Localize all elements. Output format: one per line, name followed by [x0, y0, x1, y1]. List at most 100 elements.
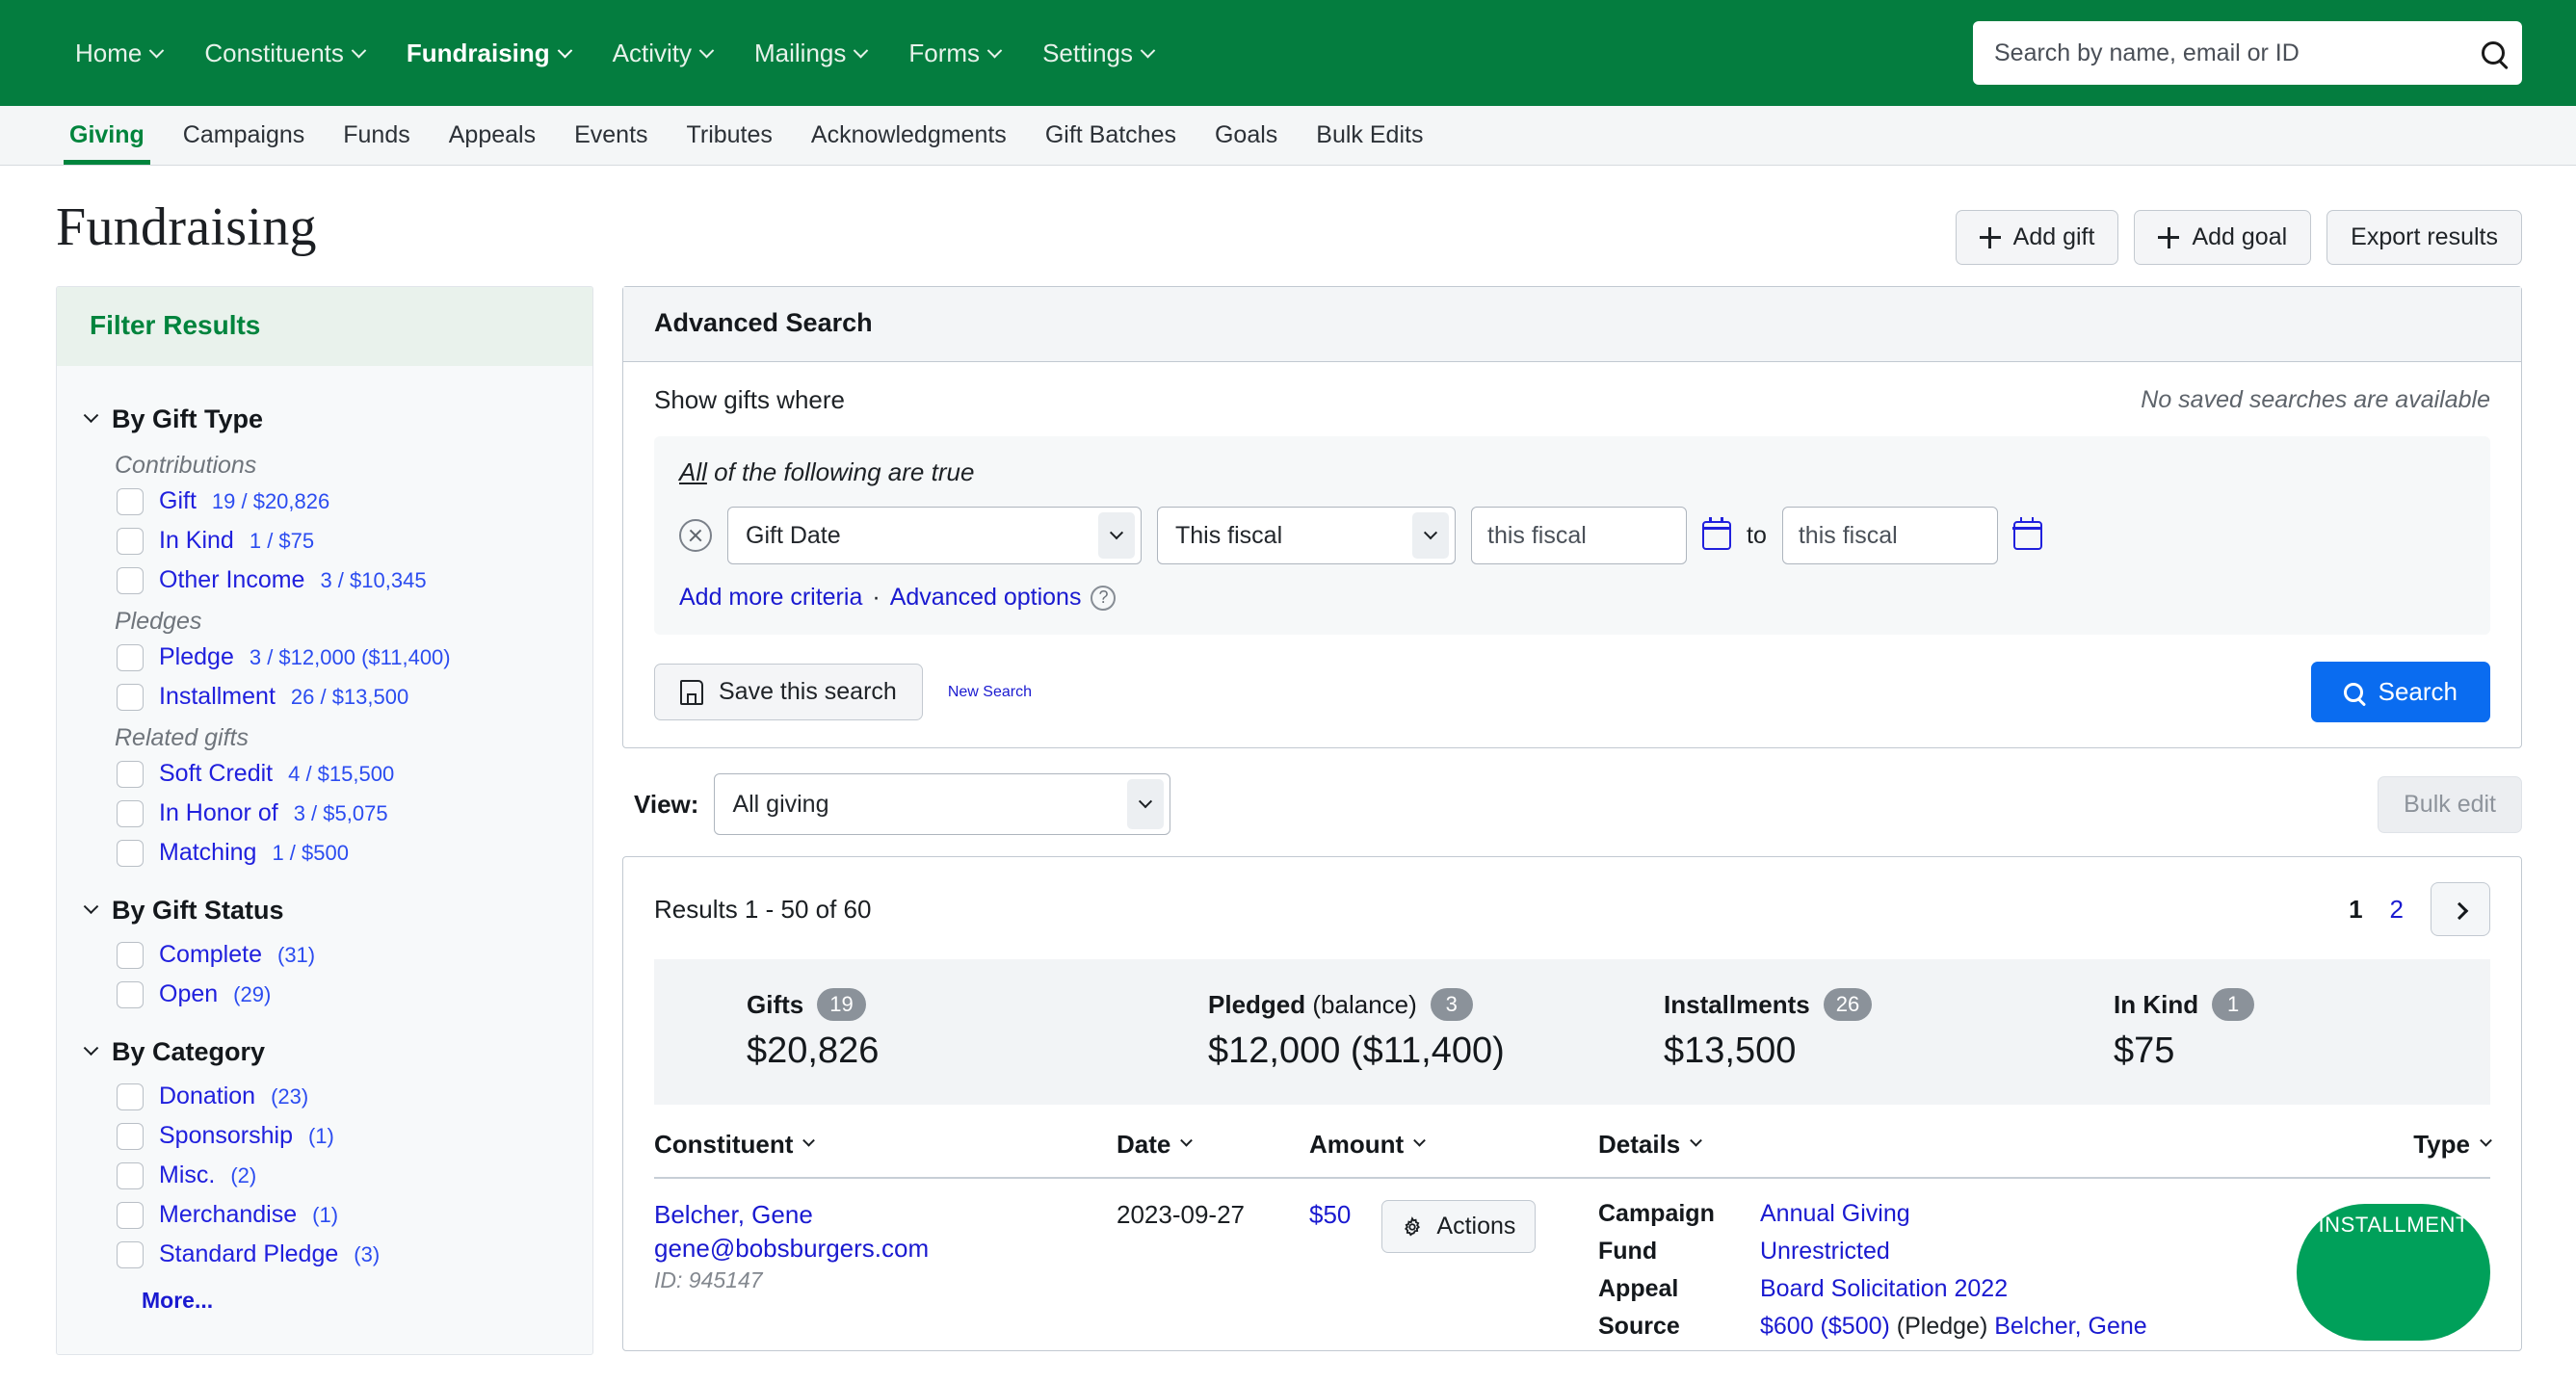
facet-row[interactable]: Standard Pledge (3) [57, 1235, 592, 1274]
amount-link[interactable]: $50 [1309, 1200, 1351, 1230]
facet-row-label[interactable]: Misc. [159, 1161, 215, 1189]
criteria-field-select[interactable]: Gift Date [727, 507, 1142, 564]
page-1-button[interactable]: 1 [2349, 895, 2362, 925]
source-constituent-link[interactable]: Belcher, Gene [1994, 1313, 2146, 1340]
row-actions-button[interactable]: Actions [1381, 1200, 1537, 1253]
checkbox[interactable] [117, 683, 144, 711]
facet-row[interactable]: Donation (23) [57, 1077, 592, 1116]
topnav-item-mailings[interactable]: Mailings [733, 29, 887, 78]
facet-row[interactable]: Other Income 3 / $10,345 [57, 561, 592, 600]
checkbox[interactable] [117, 487, 144, 515]
column-header-constituent[interactable]: Constituent [654, 1130, 1117, 1160]
subnav-item-appeals[interactable]: Appeals [430, 106, 555, 165]
facet-row[interactable]: Soft Credit 4 / $15,500 [57, 754, 592, 794]
search-button[interactable]: Search [2310, 662, 2490, 722]
add-more-criteria-link[interactable]: Add more criteria [679, 584, 862, 612]
facet-row-label[interactable]: Pledge [159, 643, 234, 671]
subnav-item-bulk-edits[interactable]: Bulk Edits [1297, 106, 1442, 165]
source-amount-link[interactable]: $600 ($500) [1760, 1313, 1890, 1340]
checkbox[interactable] [117, 527, 144, 555]
checkbox[interactable] [117, 566, 144, 594]
facet-title-by-gift-status[interactable]: By Gift Status [57, 882, 592, 935]
facet-row[interactable]: In Honor of 3 / $5,075 [57, 794, 592, 833]
view-select[interactable]: All giving [714, 773, 1171, 835]
facet-row[interactable]: Matching 1 / $500 [57, 833, 592, 873]
subnav-item-tributes[interactable]: Tributes [668, 106, 792, 165]
checkbox[interactable] [117, 1083, 144, 1110]
topnav-item-constituents[interactable]: Constituents [183, 29, 385, 78]
subnav-item-campaigns[interactable]: Campaigns [164, 106, 324, 165]
checkbox[interactable] [117, 760, 144, 788]
advanced-options-link[interactable]: Advanced options [890, 584, 1082, 612]
facet-row[interactable]: Merchandise (1) [57, 1195, 592, 1235]
facet-row[interactable]: In Kind 1 / $75 [57, 521, 592, 561]
facet-row-label[interactable]: Donation [159, 1083, 255, 1110]
facet-row[interactable]: Installment 26 / $13,500 [57, 677, 592, 717]
facet-row-label[interactable]: Merchandise [159, 1201, 297, 1229]
facet-row-label[interactable]: Gift [159, 487, 197, 515]
column-header-date[interactable]: Date [1117, 1130, 1309, 1160]
facet-more-link[interactable]: More... [57, 1274, 592, 1319]
facet-row-label[interactable]: Sponsorship [159, 1122, 293, 1150]
topnav-item-forms[interactable]: Forms [887, 29, 1021, 78]
subnav-item-funds[interactable]: Funds [324, 106, 429, 165]
bulk-edit-button[interactable]: Bulk edit [2378, 775, 2522, 833]
topnav-item-home[interactable]: Home [54, 29, 183, 78]
checkbox[interactable] [117, 1201, 144, 1229]
facet-row[interactable]: Open (29) [57, 975, 592, 1014]
subnav-item-gift-batches[interactable]: Gift Batches [1026, 106, 1196, 165]
constituent-name-link[interactable]: Belcher, Gene [654, 1200, 1117, 1230]
checkbox[interactable] [117, 799, 144, 827]
checkbox[interactable] [117, 839, 144, 867]
constituent-email-link[interactable]: gene@bobsburgers.com [654, 1234, 1117, 1264]
facet-row[interactable]: Misc. (2) [57, 1156, 592, 1195]
facet-row-label[interactable]: Standard Pledge [159, 1240, 338, 1268]
facet-row-label[interactable]: In Honor of [159, 799, 278, 827]
checkbox[interactable] [117, 1240, 144, 1268]
column-header-amount[interactable]: Amount [1309, 1130, 1598, 1160]
subnav-item-giving[interactable]: Giving [50, 106, 164, 165]
facet-row-label[interactable]: Installment [159, 683, 276, 711]
criteria-date-from-input[interactable]: this fiscal [1471, 507, 1687, 564]
global-search-box[interactable] [1973, 21, 2522, 85]
facet-row[interactable]: Pledge 3 / $12,000 ($11,400) [57, 638, 592, 677]
topnav-item-activity[interactable]: Activity [591, 29, 733, 78]
checkbox[interactable] [117, 1161, 144, 1189]
column-header-type[interactable]: Type [2269, 1130, 2492, 1160]
remove-criteria-icon[interactable] [679, 519, 712, 552]
subnav-item-events[interactable]: Events [555, 106, 667, 165]
facet-row[interactable]: Sponsorship (1) [57, 1116, 592, 1156]
subnav-item-acknowledgments[interactable]: Acknowledgments [792, 106, 1026, 165]
facet-title-by-category[interactable]: By Category [57, 1024, 592, 1077]
checkbox[interactable] [117, 980, 144, 1008]
topnav-item-settings[interactable]: Settings [1021, 29, 1174, 78]
calendar-icon[interactable] [2012, 517, 2043, 550]
detail-value-campaign[interactable]: Annual Giving [1760, 1200, 2269, 1228]
facet-row-label[interactable]: Other Income [159, 566, 304, 594]
facet-row-label[interactable]: Soft Credit [159, 760, 273, 788]
facet-title-by-gift-type[interactable]: By Gift Type [57, 391, 592, 444]
topnav-item-fundraising[interactable]: Fundraising [385, 29, 591, 78]
checkbox[interactable] [117, 1122, 144, 1150]
export-results-button[interactable]: Export results [2326, 210, 2522, 265]
add-goal-button[interactable]: Add goal [2134, 210, 2312, 265]
criteria-operator-select[interactable]: This fiscal [1157, 507, 1456, 564]
column-header-details[interactable]: Details [1598, 1130, 2269, 1160]
next-page-button[interactable] [2431, 882, 2490, 936]
add-gift-button[interactable]: Add gift [1955, 210, 2119, 265]
facet-row-label[interactable]: In Kind [159, 527, 234, 555]
checkbox[interactable] [117, 643, 144, 671]
page-2-button[interactable]: 2 [2390, 895, 2404, 925]
save-this-search-button[interactable]: Save this search [654, 664, 923, 720]
facet-row[interactable]: Complete (31) [57, 935, 592, 975]
criteria-date-to-input[interactable]: this fiscal [1781, 507, 1998, 564]
calendar-icon[interactable] [1701, 517, 1732, 550]
facet-row-label[interactable]: Complete [159, 941, 262, 969]
facet-row-label[interactable]: Open [159, 980, 218, 1008]
facet-row[interactable]: Gift 19 / $20,826 [57, 482, 592, 521]
question-mark-icon[interactable]: ? [1091, 585, 1117, 611]
global-search-input[interactable] [1992, 38, 2472, 68]
detail-value-fund[interactable]: Unrestricted [1760, 1238, 2269, 1266]
detail-value-appeal[interactable]: Board Solicitation 2022 [1760, 1275, 2269, 1303]
facet-row-label[interactable]: Matching [159, 839, 256, 867]
